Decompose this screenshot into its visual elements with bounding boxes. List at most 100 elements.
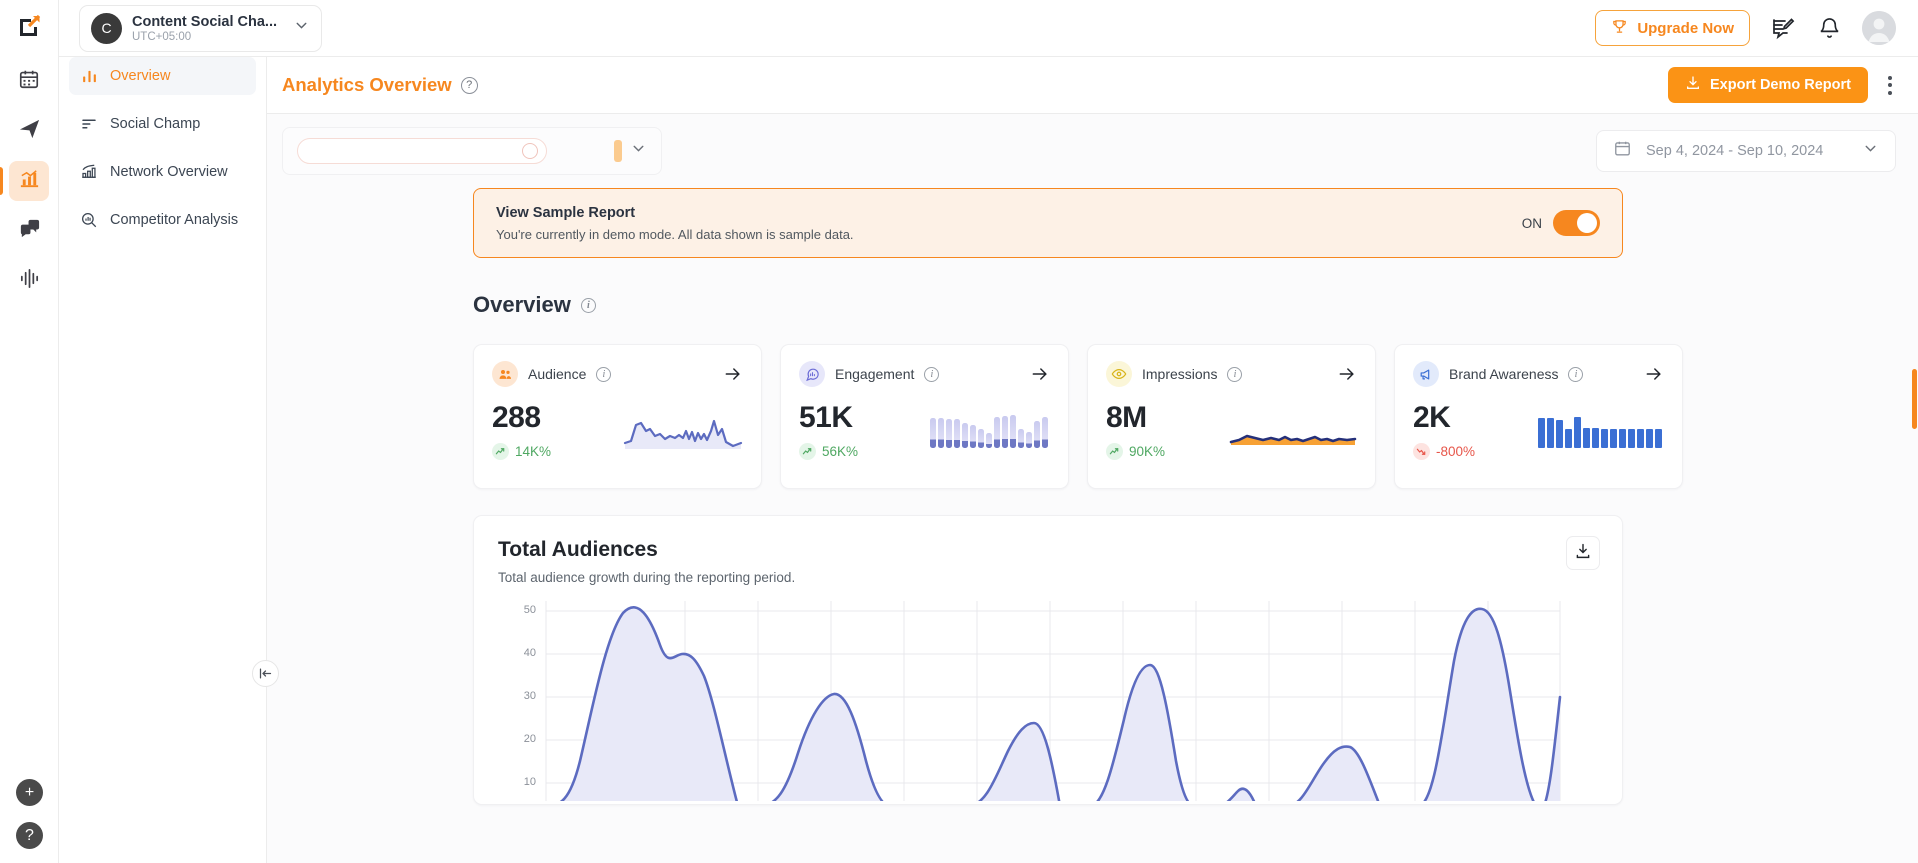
avatar[interactable] (1862, 11, 1896, 45)
metric-cards: Audience i 288 14K% Engagement i 51K 56K… (473, 344, 1896, 489)
card-delta: -800% (1413, 442, 1476, 460)
bell-icon[interactable] (1816, 15, 1842, 41)
add-button[interactable]: + (16, 779, 43, 806)
card-delta-value: 56K% (822, 443, 859, 459)
metric-card-audience[interactable]: Audience i 288 14K% (473, 344, 762, 489)
rail-item-publish[interactable] (9, 111, 49, 151)
sidebar-item-social-champ[interactable]: Social Champ (69, 105, 256, 143)
date-range-picker[interactable]: Sep 4, 2024 - Sep 10, 2024 (1596, 130, 1896, 172)
arrow-right-icon[interactable] (1030, 364, 1050, 384)
list-lines-icon (79, 114, 99, 134)
sidebar-item-label: Competitor Analysis (110, 212, 239, 228)
info-circle-icon[interactable]: i (1568, 366, 1584, 382)
audience-group-icon (492, 361, 518, 387)
scrollbar-track[interactable] (1911, 114, 1918, 863)
y-tick-label: 40 (523, 647, 536, 659)
help-button[interactable]: ? (16, 822, 43, 849)
scrollbar-thumb[interactable] (1912, 369, 1917, 429)
page-title: Analytics Overview (282, 74, 452, 95)
trend-up-icon (1106, 442, 1123, 460)
megaphone-icon (1413, 361, 1439, 387)
card-metrics: 8M 90K% (1106, 402, 1165, 460)
demo-toggle-group: ON (1522, 210, 1600, 236)
date-range-value: Sep 4, 2024 - Sep 10, 2024 (1646, 143, 1824, 159)
toggle-knob (1577, 213, 1597, 233)
chart-bars-icon (79, 162, 99, 182)
demo-banner-subtitle: You're currently in demo mode. All data … (496, 226, 854, 242)
card-header: Impressions i (1106, 361, 1357, 387)
card-body: 288 14K% (492, 402, 743, 460)
feedback-compose-icon[interactable] (1770, 15, 1796, 41)
page-header: Analytics Overview ? Export Demo Report (267, 57, 1918, 114)
card-header: Brand Awareness i (1413, 361, 1664, 387)
rail-item-monitor[interactable] (9, 261, 49, 301)
metric-card-engagement[interactable]: Engagement i 51K 56K% (780, 344, 1069, 489)
arrow-right-icon[interactable] (1337, 364, 1357, 384)
social-champ-logo-icon[interactable] (9, 9, 49, 43)
arrow-right-icon[interactable] (723, 364, 743, 384)
rail-item-analytics[interactable] (0, 161, 49, 201)
y-tick-label: 30 (523, 690, 536, 702)
app-root: + ? Overview Social Champ Network Overvi… (0, 0, 1918, 863)
paper-plane-icon (18, 117, 41, 145)
sidebar: Overview Social Champ Network Overview C… (59, 0, 279, 863)
card-body: 51K 56K% (799, 402, 1050, 460)
demo-mode-banner: View Sample Report You're currently in d… (473, 188, 1623, 258)
card-body: 8M 90K% (1106, 402, 1357, 460)
chevron-down-icon (293, 17, 310, 39)
demo-banner-text: View Sample Report You're currently in d… (496, 205, 854, 242)
demo-mode-toggle[interactable] (1553, 210, 1600, 236)
card-delta-value: 90K% (1129, 443, 1166, 459)
info-circle-icon[interactable]: i (1227, 366, 1243, 382)
card-value: 8M (1106, 401, 1147, 434)
account-select-placeholder-pill (297, 138, 547, 164)
account-select-caret-group (614, 140, 647, 162)
card-delta-value: -800% (1436, 443, 1476, 459)
workspace-avatar: C (91, 12, 122, 44)
sidebar-item-competitor-analysis[interactable]: Competitor Analysis (69, 201, 256, 239)
sidebar-item-label: Social Champ (110, 116, 201, 132)
collapse-sidebar-icon[interactable] (252, 660, 279, 687)
card-value: 2K (1413, 401, 1451, 434)
filter-row: Sep 4, 2024 - Sep 10, 2024 (267, 114, 1918, 188)
card-label: Impressions (1142, 366, 1218, 382)
calendar-icon (1613, 139, 1632, 163)
card-label: Audience (528, 366, 587, 382)
trend-up-icon (492, 442, 509, 460)
trophy-icon (1611, 18, 1628, 39)
y-tick-label: 20 (523, 733, 536, 745)
info-circle-icon[interactable]: i (580, 297, 596, 313)
demo-banner-title: View Sample Report (496, 204, 636, 221)
account-select[interactable] (282, 127, 662, 175)
metric-card-impressions[interactable]: Impressions i 8M 90K% (1087, 344, 1376, 489)
card-metrics: 288 14K% (492, 402, 551, 460)
card-label: Brand Awareness (1449, 366, 1559, 382)
sparkline-engagement (928, 409, 1050, 456)
metric-card-brand-awareness[interactable]: Brand Awareness i 2K -800% (1394, 344, 1683, 489)
card-delta: 56K% (799, 442, 859, 460)
total-audiences-panel: Total Audiences Total audience growth du… (473, 515, 1623, 805)
arrow-right-icon[interactable] (1644, 364, 1664, 384)
chevron-down-icon (1862, 140, 1879, 162)
card-delta: 90K% (1106, 442, 1166, 460)
rail-item-calendar[interactable] (9, 61, 49, 101)
sparkline-audience (623, 409, 743, 456)
eye-icon (1106, 361, 1132, 387)
sidebar-item-network-overview[interactable]: Network Overview (69, 153, 256, 191)
rail-item-inbox[interactable] (9, 211, 49, 251)
info-circle-icon[interactable]: i (596, 366, 612, 382)
overview-heading-row: Overview i (473, 292, 1896, 318)
kebab-menu-icon[interactable] (1884, 72, 1896, 99)
sidebar-item-label: Network Overview (110, 164, 228, 180)
card-metrics: 51K 56K% (799, 402, 858, 460)
overview-heading: Overview (473, 292, 571, 317)
workspace-picker[interactable]: C Content Social Cha... UTC+05:00 (79, 4, 322, 52)
download-chart-button[interactable] (1566, 536, 1600, 570)
engagement-chat-icon (799, 361, 825, 387)
help-circle-icon[interactable]: ? (460, 76, 478, 94)
sidebar-item-overview[interactable]: Overview (69, 57, 256, 95)
upgrade-now-button[interactable]: Upgrade Now (1595, 10, 1750, 46)
info-circle-icon[interactable]: i (924, 366, 940, 382)
card-value: 51K (799, 401, 853, 434)
export-demo-report-button[interactable]: Export Demo Report (1668, 67, 1868, 103)
